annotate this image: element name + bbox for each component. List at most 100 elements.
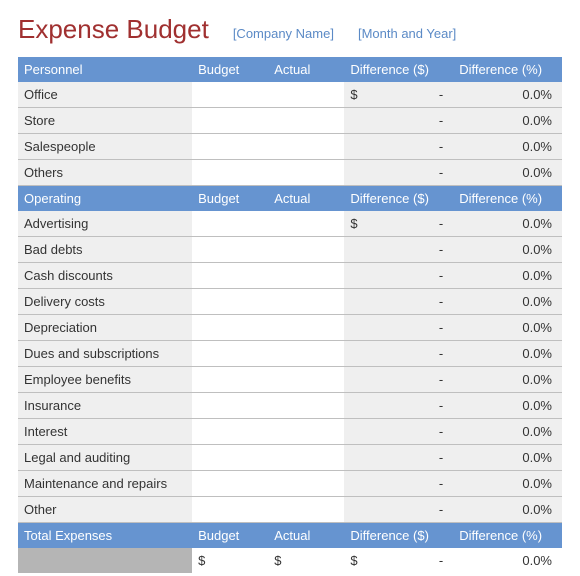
section-name: Total Expenses xyxy=(18,523,192,549)
diff-percent-cell: 0.0% xyxy=(453,341,562,367)
budget-cell[interactable] xyxy=(192,237,268,263)
actual-cell[interactable] xyxy=(268,445,344,471)
totals-row: $$$-0.0% xyxy=(18,548,562,573)
col-diff-dollar: Difference ($) xyxy=(344,186,453,212)
page-title: Expense Budget xyxy=(18,14,209,45)
row-label: Others xyxy=(18,160,192,186)
table-row: Dues and subscriptions-0.0% xyxy=(18,341,562,367)
row-label: Office xyxy=(18,82,192,108)
actual-cell[interactable] xyxy=(268,471,344,497)
header: Expense Budget [Company Name] [Month and… xyxy=(18,14,562,45)
row-label: Dues and subscriptions xyxy=(18,341,192,367)
totals-budget: $ xyxy=(192,548,268,573)
diff-dollar-cell: - xyxy=(344,134,453,160)
actual-cell[interactable] xyxy=(268,393,344,419)
diff-dollar-cell: - xyxy=(344,497,453,523)
actual-cell[interactable] xyxy=(268,315,344,341)
budget-cell[interactable] xyxy=(192,160,268,186)
diff-dollar-cell: $- xyxy=(344,211,453,237)
row-label: Maintenance and repairs xyxy=(18,471,192,497)
actual-cell[interactable] xyxy=(268,341,344,367)
row-label: Other xyxy=(18,497,192,523)
diff-percent-cell: 0.0% xyxy=(453,497,562,523)
row-label: Advertising xyxy=(18,211,192,237)
diff-dollar-cell: - xyxy=(344,419,453,445)
diff-dollar-cell: - xyxy=(344,237,453,263)
diff-dollar-cell: - xyxy=(344,471,453,497)
budget-cell[interactable] xyxy=(192,419,268,445)
diff-dollar-cell: $- xyxy=(344,82,453,108)
actual-cell[interactable] xyxy=(268,108,344,134)
expense-table: PersonnelBudgetActualDifference ($)Diffe… xyxy=(18,57,562,573)
budget-cell[interactable] xyxy=(192,393,268,419)
row-label: Bad debts xyxy=(18,237,192,263)
actual-cell[interactable] xyxy=(268,160,344,186)
diff-dollar-cell: - xyxy=(344,315,453,341)
diff-dollar-cell: - xyxy=(344,160,453,186)
budget-cell[interactable] xyxy=(192,341,268,367)
actual-cell[interactable] xyxy=(268,367,344,393)
section-header: PersonnelBudgetActualDifference ($)Diffe… xyxy=(18,57,562,82)
actual-cell[interactable] xyxy=(268,82,344,108)
table-row: Maintenance and repairs -0.0% xyxy=(18,471,562,497)
section-header: Total ExpensesBudgetActualDifference ($)… xyxy=(18,523,562,549)
diff-percent-cell: 0.0% xyxy=(453,315,562,341)
totals-diff-dollar: $- xyxy=(344,548,453,573)
table-row: Store -0.0% xyxy=(18,108,562,134)
col-diff-percent: Difference (%) xyxy=(453,57,562,82)
budget-cell[interactable] xyxy=(192,289,268,315)
col-actual: Actual xyxy=(268,57,344,82)
budget-cell[interactable] xyxy=(192,263,268,289)
table-row: Depreciation -0.0% xyxy=(18,315,562,341)
actual-cell[interactable] xyxy=(268,497,344,523)
budget-cell[interactable] xyxy=(192,82,268,108)
row-label: Delivery costs xyxy=(18,289,192,315)
col-budget: Budget xyxy=(192,186,268,212)
budget-cell[interactable] xyxy=(192,134,268,160)
budget-cell[interactable] xyxy=(192,445,268,471)
diff-dollar-cell: - xyxy=(344,108,453,134)
actual-cell[interactable] xyxy=(268,134,344,160)
actual-cell[interactable] xyxy=(268,419,344,445)
table-row: Others -0.0% xyxy=(18,160,562,186)
budget-cell[interactable] xyxy=(192,471,268,497)
table-row: Insurance-0.0% xyxy=(18,393,562,419)
budget-cell[interactable] xyxy=(192,367,268,393)
actual-cell[interactable] xyxy=(268,289,344,315)
actual-cell[interactable] xyxy=(268,237,344,263)
section-header: OperatingBudgetActualDifference ($)Diffe… xyxy=(18,186,562,212)
diff-percent-cell: 0.0% xyxy=(453,289,562,315)
row-label: Legal and auditing xyxy=(18,445,192,471)
row-label: Interest xyxy=(18,419,192,445)
diff-dollar-cell: - xyxy=(344,263,453,289)
budget-cell[interactable] xyxy=(192,108,268,134)
actual-cell[interactable] xyxy=(268,263,344,289)
actual-cell[interactable] xyxy=(268,211,344,237)
table-row: Interest -0.0% xyxy=(18,419,562,445)
col-diff-percent: Difference (%) xyxy=(453,523,562,549)
diff-percent-cell: 0.0% xyxy=(453,419,562,445)
table-row: Legal and auditing-0.0% xyxy=(18,445,562,471)
diff-percent-cell: 0.0% xyxy=(453,471,562,497)
diff-percent-cell: 0.0% xyxy=(453,82,562,108)
budget-cell[interactable] xyxy=(192,315,268,341)
budget-cell[interactable] xyxy=(192,497,268,523)
row-label: Store xyxy=(18,108,192,134)
diff-dollar-cell: - xyxy=(344,367,453,393)
table-row: Salespeople-0.0% xyxy=(18,134,562,160)
row-label: Salespeople xyxy=(18,134,192,160)
section-name: Operating xyxy=(18,186,192,212)
diff-percent-cell: 0.0% xyxy=(453,160,562,186)
table-row: Delivery costs-0.0% xyxy=(18,289,562,315)
diff-percent-cell: 0.0% xyxy=(453,108,562,134)
col-diff-percent: Difference (%) xyxy=(453,186,562,212)
row-label: Depreciation xyxy=(18,315,192,341)
diff-percent-cell: 0.0% xyxy=(453,211,562,237)
company-placeholder[interactable]: [Company Name] xyxy=(233,26,334,41)
budget-cell[interactable] xyxy=(192,211,268,237)
row-label: Employee benefits xyxy=(18,367,192,393)
diff-dollar-cell: - xyxy=(344,393,453,419)
col-actual: Actual xyxy=(268,186,344,212)
date-placeholder[interactable]: [Month and Year] xyxy=(358,26,456,41)
diff-percent-cell: 0.0% xyxy=(453,445,562,471)
